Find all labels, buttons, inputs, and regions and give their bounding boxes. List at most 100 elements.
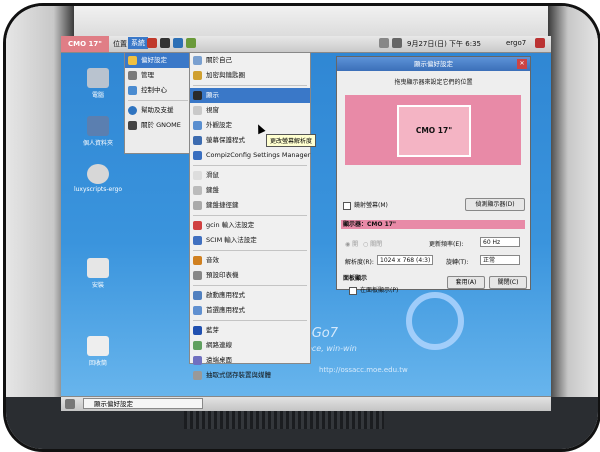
desktop-icon-home[interactable]: 個人資料夾	[73, 116, 123, 147]
display-preferences-dialog: 顯示偏好設定 ✕ 拖曳顯示器來設定它們的位置 CMO 17" 鏡射螢幕(M) 偵…	[336, 56, 531, 295]
show-desktop-icon[interactable]	[65, 399, 75, 409]
menu-item-label: CompizConfig Settings Manager	[206, 151, 311, 159]
menu-separator	[193, 85, 307, 86]
menu-item-label: 螢幕保護程式	[206, 136, 245, 144]
menu-item-about-gnome[interactable]: 關於 GNOME	[125, 118, 191, 133]
firefox-launcher-icon[interactable]	[147, 38, 157, 48]
menu-item-label: 啟動應用程式	[206, 291, 245, 299]
menu-item-display[interactable]: 顯示	[190, 88, 310, 103]
home-folder-icon	[87, 116, 109, 136]
menu-item-sound[interactable]: 音效	[190, 253, 310, 268]
terminal-launcher-icon[interactable]	[160, 38, 170, 48]
menu-separator	[193, 215, 307, 216]
menu-item-preferred-apps[interactable]: 首選應用程式	[190, 303, 310, 318]
mirror-screens-checkbox[interactable]: 鏡射螢幕(M)	[343, 200, 388, 210]
menu-item-label: 視窗	[206, 106, 219, 114]
close-button[interactable]: 關閉(C)	[489, 276, 527, 289]
menu-item-administration[interactable]: 管理	[125, 68, 191, 83]
panel-checkbox-label: 在面板顯示(P)	[360, 287, 399, 294]
menu-item-startup[interactable]: 啟動應用程式	[190, 288, 310, 303]
mouse-icon	[193, 171, 202, 180]
desktop-icon-label: luxyscripts-ergo	[73, 186, 123, 193]
desktop-icon-trash[interactable]: 回收筒	[73, 336, 123, 367]
desktop-icon-computer[interactable]: 電腦	[73, 68, 123, 99]
mirror-label: 鏡射螢幕(M)	[354, 202, 388, 209]
menu-item-printer[interactable]: 預設印表機	[190, 268, 310, 283]
dialog-subtitle: 拖曳顯示器來設定它們的位置	[394, 79, 473, 86]
on-label: 開	[352, 241, 359, 248]
menu-item-mouse[interactable]: 滑鼠	[190, 168, 310, 183]
menu-item-gcin[interactable]: gcin 輸入法設定	[190, 218, 310, 233]
menu-item-about-me[interactable]: 關於自己	[190, 53, 310, 68]
username[interactable]: ergo7	[506, 39, 526, 47]
monitor-box[interactable]: CMO 17"	[397, 105, 471, 157]
menu-separator	[193, 250, 307, 251]
menu-item-keyring[interactable]: 加密與鑰匙圈	[190, 68, 310, 83]
menu-separator	[128, 100, 188, 101]
menu-item-label: 加密與鑰匙圈	[206, 71, 245, 79]
wallpaper-url: http://ossacc.moe.edu.tw	[319, 366, 408, 374]
menu-item-label: 控制中心	[141, 86, 167, 94]
menu-item-appearance[interactable]: 外觀設定	[190, 118, 310, 133]
launcher-icon[interactable]	[173, 38, 183, 48]
gcin-icon	[193, 221, 202, 230]
launcher-icon-2[interactable]	[186, 38, 196, 48]
menu-item-label: 幫助及支援	[141, 106, 174, 114]
menu-item-keyboard[interactable]: 鍵盤	[190, 183, 310, 198]
menu-item-label: 首選應用程式	[206, 306, 245, 314]
system-menu[interactable]: 系統	[128, 37, 148, 49]
menu-item-removable-media[interactable]: 抽取式儲存裝置與媒體	[190, 368, 310, 383]
refresh-rate-label: 更新頻率(E):	[429, 241, 464, 248]
menu-item-windows[interactable]: 視窗	[190, 103, 310, 118]
menu-item-scim[interactable]: SCIM 輸入法設定	[190, 233, 310, 248]
volume-tray-icon[interactable]	[392, 38, 402, 48]
desktop-icon-install[interactable]: 安裝	[73, 258, 123, 289]
clock[interactable]: 9月27日(日) 下午 6:35	[407, 39, 481, 49]
detect-displays-button[interactable]: 偵測顯示器(D)	[465, 198, 525, 211]
bluetooth-icon	[193, 326, 202, 335]
menu-item-label: 鍵盤捷徑鍵	[206, 201, 239, 209]
apply-button[interactable]: 套用(A)	[447, 276, 485, 289]
menu-item-preferences[interactable]: 偏好設定	[125, 53, 191, 68]
gnome-icon	[128, 121, 137, 130]
dialog-titlebar[interactable]: 顯示偏好設定 ✕	[337, 57, 530, 71]
menu-item-bluetooth[interactable]: 藍芽	[190, 323, 310, 338]
top-panel: CMO 17" 位置 系統 9月27日(日) 下午 6:35 ergo7	[61, 36, 551, 53]
menu-separator	[193, 320, 307, 321]
off-radio[interactable]: ○ 關閉	[363, 239, 382, 248]
admin-icon	[128, 71, 137, 80]
rotation-select[interactable]: 正常	[480, 255, 520, 265]
resolution-select[interactable]: 1024 x 768 (4:3)	[377, 255, 433, 265]
monitor-tab: CMO 17"	[61, 36, 109, 52]
dialog-title: 顯示偏好設定	[414, 60, 453, 68]
menu-item-help[interactable]: 幫助及支援	[125, 103, 191, 118]
menu-item-label: 藍芽	[206, 326, 219, 334]
menu-item-compiz[interactable]: CompizConfig Settings Manager	[190, 148, 310, 163]
network-tray-icon[interactable]	[379, 38, 389, 48]
about-me-icon	[193, 56, 202, 65]
remote-desktop-icon	[193, 356, 202, 365]
close-icon[interactable]: ✕	[517, 59, 527, 69]
monitor-preview-area: CMO 17"	[345, 95, 521, 165]
menu-item-label: 顯示	[206, 91, 219, 99]
desktop-icon-label: 電腦	[91, 92, 104, 99]
menu-item-control-center[interactable]: 控制中心	[125, 83, 191, 98]
desktop-icon-scripts[interactable]: luxyscripts-ergo	[73, 164, 123, 193]
on-radio[interactable]: ◉ 開	[345, 239, 358, 248]
wallpaper-tagline: ace, win-win	[307, 344, 357, 353]
power-icon[interactable]	[535, 38, 545, 48]
panel-display-checkbox[interactable]: 在面板顯示(P)	[349, 285, 398, 295]
shortcuts-icon	[193, 201, 202, 210]
scim-icon	[193, 236, 202, 245]
menu-item-network[interactable]: 網路連線	[190, 338, 310, 353]
refresh-rate-select[interactable]: 60 Hz	[480, 237, 520, 247]
printer-icon	[193, 271, 202, 280]
menu-item-label: SCIM 輸入法設定	[206, 236, 257, 244]
display-icon	[193, 91, 202, 100]
menu-item-remote-desktop[interactable]: 遠端桌面	[190, 353, 310, 368]
places-menu[interactable]: 位置	[113, 39, 127, 49]
taskbar-window-button[interactable]: 顯示偏好設定	[83, 398, 203, 409]
menu-item-label: 管理	[141, 71, 154, 79]
menu-item-shortcuts[interactable]: 鍵盤捷徑鍵	[190, 198, 310, 213]
menu-item-label: 滑鼠	[206, 171, 219, 179]
